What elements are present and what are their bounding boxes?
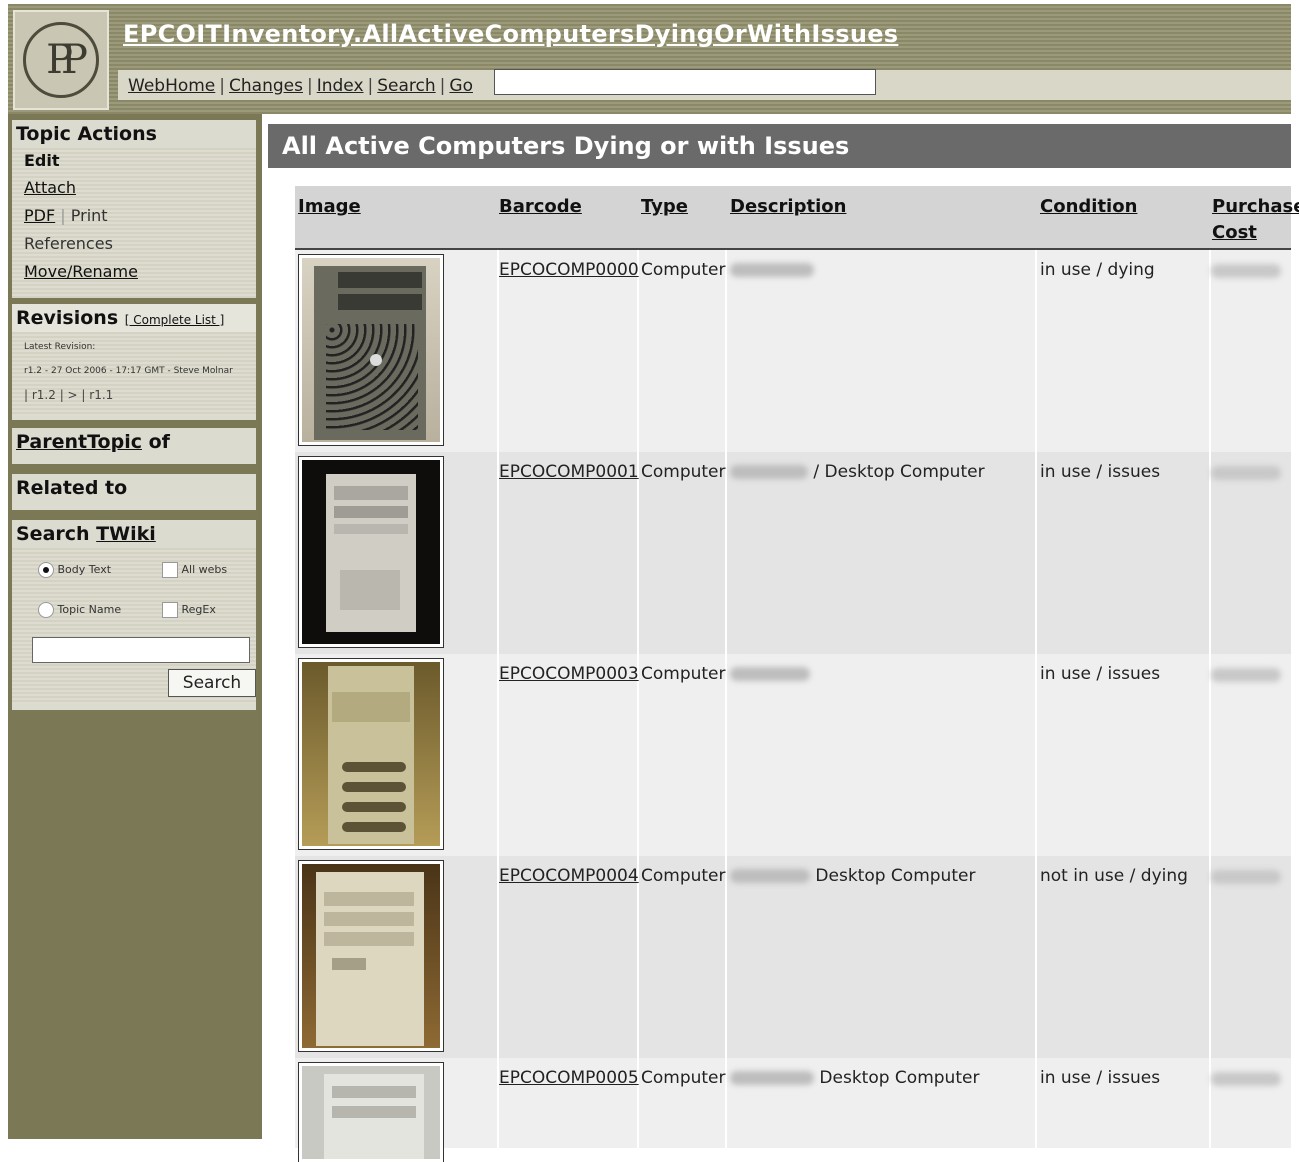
latest-revision-label: Latest Revision: <box>24 342 96 352</box>
redacted-text <box>730 1071 814 1085</box>
col-purchase-cost[interactable]: Purchase Cost <box>1212 194 1299 246</box>
computer-photo[interactable] <box>298 860 444 1052</box>
complete-list-link[interactable]: [ Complete List ] <box>125 313 225 327</box>
topic-actions-box: Topic Actions Edit Attach PDF | Print Re… <box>12 120 256 298</box>
left-sidebar: Topic Actions Edit Attach PDF | Print Re… <box>8 114 262 1139</box>
table-row: EPCOCOMP0004 Computer Desktop Computer n… <box>295 856 1291 1058</box>
col-description[interactable]: Description <box>730 194 846 220</box>
body-text-radio[interactable] <box>38 562 54 578</box>
topic-name-option[interactable]: Topic Name <box>38 602 121 618</box>
table-row: EPCOCOMP0003 Computer in use / issues <box>295 654 1291 856</box>
barcode-link[interactable]: EPCOCOMP0001 <box>499 462 639 482</box>
table-header: Image Barcode Type Description Condition… <box>295 186 1299 250</box>
nav-search-link[interactable]: Search <box>377 76 435 96</box>
description-cell: Desktop Computer <box>730 1068 979 1088</box>
type-cell: Computer <box>641 664 726 684</box>
all-webs-option[interactable]: All webs <box>162 562 227 578</box>
col-type[interactable]: Type <box>641 194 688 220</box>
references-link[interactable]: References <box>12 230 256 258</box>
redacted-text <box>730 869 810 883</box>
condition-cell: in use / issues <box>1040 664 1161 684</box>
revision-links[interactable]: | r1.2 | > | r1.1 <box>12 380 256 402</box>
table-row: EPCOCOMP0005 Computer Desktop Computer i… <box>295 1058 1291 1162</box>
description-cell <box>730 260 814 280</box>
logo-circle: PP <box>23 22 99 98</box>
computer-photo[interactable] <box>298 658 444 850</box>
body-text-option[interactable]: Body Text <box>38 562 111 578</box>
revisions-box: Revisions [ Complete List ] Latest Revis… <box>12 304 256 420</box>
condition-cell: in use / dying <box>1040 260 1155 280</box>
sidebar-search-input[interactable] <box>32 637 250 663</box>
topic-actions-title: Topic Actions <box>16 123 157 145</box>
nav-links: WebHome | Changes | Index | Search | Go <box>128 76 473 96</box>
go-input[interactable] <box>494 69 876 95</box>
type-cell: Computer <box>641 260 726 280</box>
table-row: EPCOCOMP0001 Computer / Desktop Computer… <box>295 452 1291 654</box>
nav-index-link[interactable]: Index <box>317 76 364 96</box>
computer-photo[interactable] <box>298 254 444 446</box>
site-logo[interactable]: PP <box>13 10 109 110</box>
topic-name-radio[interactable] <box>38 602 54 618</box>
twiki-link[interactable]: TWiki <box>96 523 156 545</box>
description-cell: / Desktop Computer <box>730 462 985 482</box>
type-cell: Computer <box>641 1068 726 1088</box>
barcode-link[interactable]: EPCOCOMP0005 <box>499 1068 639 1088</box>
revisions-header: Revisions [ Complete List ] <box>12 304 256 332</box>
search-box: Search TWiki Body Text All webs Topic Na… <box>12 520 256 710</box>
logo-letters: PP <box>46 37 88 83</box>
type-cell: Computer <box>641 866 726 886</box>
nav-webhome-link[interactable]: WebHome <box>128 76 215 96</box>
table-row: EPCOCOMP0000 Computer in use / dying <box>295 250 1291 452</box>
parent-topic-box: ParentTopic of <box>12 428 256 464</box>
col-condition[interactable]: Condition <box>1040 194 1137 220</box>
regex-option[interactable]: RegEx <box>162 602 216 618</box>
redacted-cost <box>1211 870 1281 884</box>
condition-cell: not in use / dying <box>1040 866 1188 886</box>
computer-photo[interactable] <box>298 1062 444 1162</box>
move-rename-link[interactable]: Move/Rename <box>12 258 256 286</box>
redacted-text <box>730 465 808 479</box>
description-cell: Desktop Computer <box>730 866 975 886</box>
parent-topic-link[interactable]: ParentTopic <box>16 431 142 453</box>
redacted-cost <box>1211 668 1281 682</box>
top-header: PP EPCOITInventory.AllActiveComputersDyi… <box>8 4 1291 114</box>
search-title: Search <box>16 523 97 545</box>
condition-cell: in use / issues <box>1040 1068 1161 1088</box>
condition-cell: in use / issues <box>1040 462 1161 482</box>
latest-revision-value: r1.2 - 27 Oct 2006 - 17:17 GMT - Steve M… <box>24 366 233 376</box>
redacted-text <box>730 263 814 277</box>
barcode-link[interactable]: EPCOCOMP0004 <box>499 866 639 886</box>
parent-of-text: of <box>141 431 170 453</box>
pdf-print-row: PDF | Print <box>24 206 108 225</box>
redacted-text <box>730 667 810 681</box>
regex-checkbox[interactable] <box>162 602 178 618</box>
attach-link[interactable]: Attach <box>12 174 256 202</box>
barcode-link[interactable]: EPCOCOMP0003 <box>499 664 639 684</box>
search-button[interactable]: Search <box>168 669 256 697</box>
related-title: Related to <box>16 477 128 499</box>
related-box: Related to <box>12 474 256 510</box>
page-title: All Active Computers Dying or with Issue… <box>268 124 1291 168</box>
barcode-link[interactable]: EPCOCOMP0000 <box>499 260 639 280</box>
description-cell <box>730 664 810 684</box>
col-image[interactable]: Image <box>298 194 361 220</box>
nav-go-link[interactable]: Go <box>449 76 473 96</box>
revisions-title: Revisions <box>16 307 119 329</box>
topic-title-link[interactable]: EPCOITInventory.AllActiveComputersDyingO… <box>123 20 898 48</box>
col-barcode[interactable]: Barcode <box>499 194 582 220</box>
redacted-cost <box>1211 466 1281 480</box>
nav-changes-link[interactable]: Changes <box>229 76 303 96</box>
print-link[interactable]: Print <box>71 206 108 225</box>
redacted-cost <box>1211 264 1281 278</box>
type-cell: Computer <box>641 462 726 482</box>
nav-bar: WebHome | Changes | Index | Search | Go <box>118 69 1291 100</box>
pdf-link[interactable]: PDF <box>24 206 55 225</box>
redacted-cost <box>1211 1072 1281 1086</box>
computer-photo[interactable] <box>298 456 444 648</box>
edit-link[interactable]: Edit <box>12 148 256 174</box>
all-webs-checkbox[interactable] <box>162 562 178 578</box>
